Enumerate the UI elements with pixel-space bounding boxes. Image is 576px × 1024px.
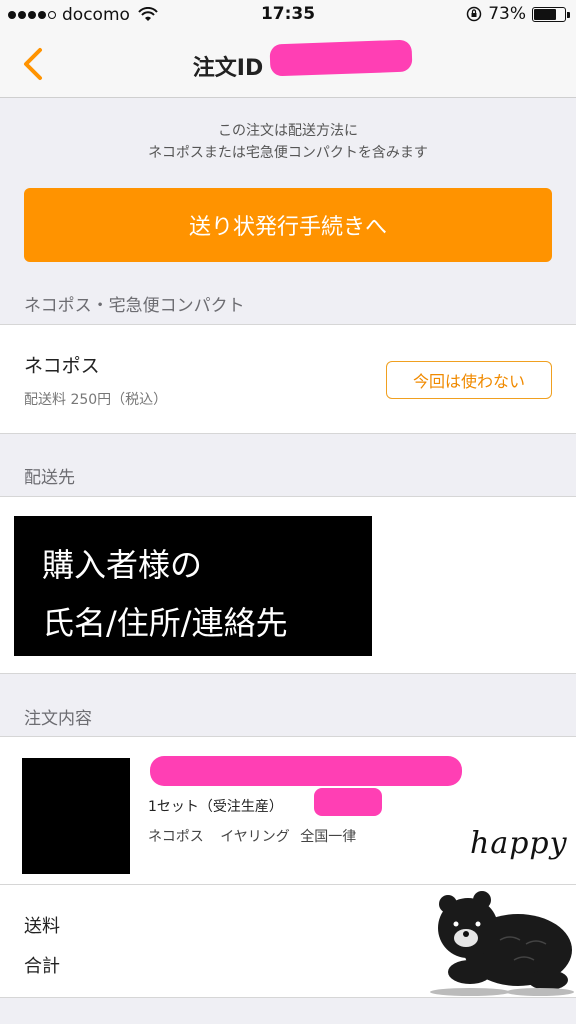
- total-label: 合計: [24, 956, 60, 977]
- item-shipping: ネコポス: [148, 829, 204, 845]
- delivery-notice: この注文は配送方法に ネコポスまたは宅急便コンパクトを含みます: [0, 120, 576, 164]
- page-title: 注文ID: [192, 56, 264, 81]
- issue-label-button[interactable]: 送り状発行手続きへ: [24, 188, 552, 262]
- section-header-destination: 配送先: [24, 468, 75, 488]
- skip-shipping-button[interactable]: 今回は使わない: [386, 361, 552, 399]
- happy-doodle-text: happy: [470, 826, 568, 861]
- item-quantity: 1セット（受注生産）: [148, 799, 283, 815]
- status-right: 73%: [466, 4, 570, 24]
- redacted-order-id: [269, 39, 413, 77]
- item-meta: ネコポス イヤリング 全国一律: [148, 826, 368, 846]
- item-thumbnail[interactable]: [22, 758, 130, 874]
- item-category: イヤリング: [220, 829, 290, 845]
- redacted-item-price: [314, 788, 382, 816]
- nav-bar: 注文ID: [0, 30, 576, 98]
- redaction-line-2: 氏名/住所/連絡先: [42, 604, 288, 642]
- battery-percent: 73%: [488, 4, 526, 24]
- status-bar: docomo 17:35 73%: [0, 0, 576, 30]
- bear-doodle-icon: [430, 891, 574, 996]
- shipping-method-card: ネコポス 配送料 250円（税込） 今回は使わない: [0, 324, 576, 434]
- notice-line-1: この注文は配送方法に: [218, 123, 358, 139]
- shipping-method-name: ネコポス: [24, 355, 100, 377]
- redacted-item-name: [150, 756, 462, 786]
- battery-icon: [532, 6, 570, 22]
- notice-line-2: ネコポスまたは宅急便コンパクトを含みます: [148, 145, 428, 161]
- section-header-order: 注文内容: [24, 709, 92, 729]
- shipping-cost-label: 送料: [24, 916, 60, 937]
- redaction-line-1: 購入者様の: [42, 546, 203, 584]
- rotation-lock-icon: [466, 6, 482, 22]
- shipping-fee: 配送料 250円（税込）: [24, 392, 168, 408]
- redacted-address-box: 購入者様の 氏名/住所/連絡先: [14, 516, 372, 656]
- section-header-shipping: ネコポス・宅急便コンパクト: [24, 296, 245, 316]
- item-region: 全国一律: [300, 829, 357, 845]
